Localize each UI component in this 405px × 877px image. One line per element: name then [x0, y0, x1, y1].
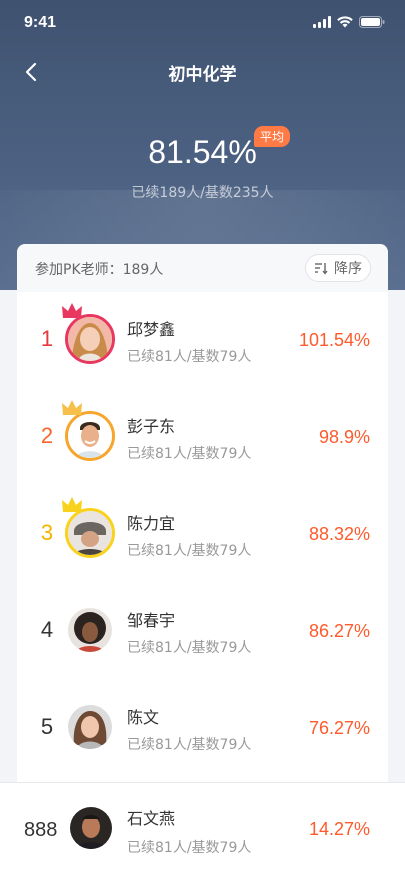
average-detail: 已续189人/基数235人 — [131, 185, 274, 201]
avatar — [62, 497, 115, 558]
rank-number: 1 — [40, 326, 54, 351]
teacher-name: 陈文 — [127, 708, 160, 727]
my-detail: 已续81人/基数79人 — [127, 840, 252, 856]
status-icons — [313, 16, 385, 28]
rank-number: 3 — [40, 520, 54, 545]
pk-teacher-count: 参加PK老师：189人 — [35, 262, 164, 278]
teacher-detail: 已续81人/基数79人 — [127, 640, 252, 656]
my-ranking-row[interactable]: 888 石文燕 已续81人/基数79人 14.27% — [0, 782, 405, 877]
average-badge: 平均 — [254, 126, 291, 147]
teacher-name: 彭子东 — [127, 417, 176, 436]
my-avatar — [70, 807, 112, 849]
list-item[interactable]: 1 邱梦鑫 已续81人/基数79人 101.54% — [17, 292, 388, 389]
signal-icon — [313, 16, 331, 28]
teacher-percent: 76.27% — [308, 718, 370, 738]
wifi-icon — [337, 16, 353, 28]
list-item[interactable]: 5 陈文 已续81人/基数79人 76.27% — [17, 680, 388, 777]
rank-number: 5 — [40, 714, 54, 739]
list-item[interactable]: 4 邹春宇 已续81人/基数79人 86.27% — [17, 583, 388, 680]
teacher-ranking-list: 1 邱梦鑫 已续81人/基数79人 101.54% 2 彭子东 已续81人/基数… — [17, 292, 388, 782]
my-percent: 14.27% — [308, 819, 370, 839]
avatar — [62, 400, 115, 461]
status-bar: 9:41 — [0, 0, 405, 44]
teacher-detail: 已续81人/基数79人 — [127, 446, 252, 462]
battery-icon — [359, 16, 385, 28]
status-time: 9:41 — [24, 14, 57, 31]
avatar — [65, 605, 115, 655]
teacher-name: 邱梦鑫 — [127, 320, 176, 339]
list-header: 参加PK老师：189人 降序 — [17, 244, 388, 292]
crown-icon — [62, 400, 82, 415]
teacher-percent: 101.54% — [298, 330, 370, 350]
average-value: 81.54% — [148, 134, 257, 170]
teacher-percent: 98.9% — [318, 427, 370, 447]
teacher-name: 陈力宜 — [127, 514, 176, 533]
list-item[interactable]: 3 陈力宜 已续81人/基数79人 88.32% — [17, 486, 388, 583]
avatar — [65, 702, 115, 752]
teacher-percent: 88.32% — [308, 524, 370, 544]
crown-icon — [62, 303, 82, 318]
crown-icon — [62, 497, 82, 512]
my-rank-number: 888 — [24, 819, 58, 841]
sort-button[interactable]: 降序 — [305, 254, 371, 282]
sort-label: 降序 — [334, 261, 362, 277]
sort-desc-icon — [315, 263, 328, 275]
rank-number: 4 — [40, 617, 54, 642]
my-name: 石文燕 — [127, 809, 176, 828]
page-title: 初中化学 — [168, 65, 237, 85]
list-item[interactable]: 2 彭子东 已续81人/基数79人 98.9% — [17, 389, 388, 486]
teacher-name: 邹春宇 — [127, 611, 176, 630]
teacher-percent: 86.27% — [308, 621, 370, 641]
rank-number: 2 — [40, 423, 54, 448]
teacher-detail: 已续81人/基数79人 — [127, 737, 252, 753]
teacher-detail: 已续81人/基数79人 — [127, 349, 252, 365]
avatar — [62, 303, 115, 364]
teacher-detail: 已续81人/基数79人 — [127, 543, 252, 559]
